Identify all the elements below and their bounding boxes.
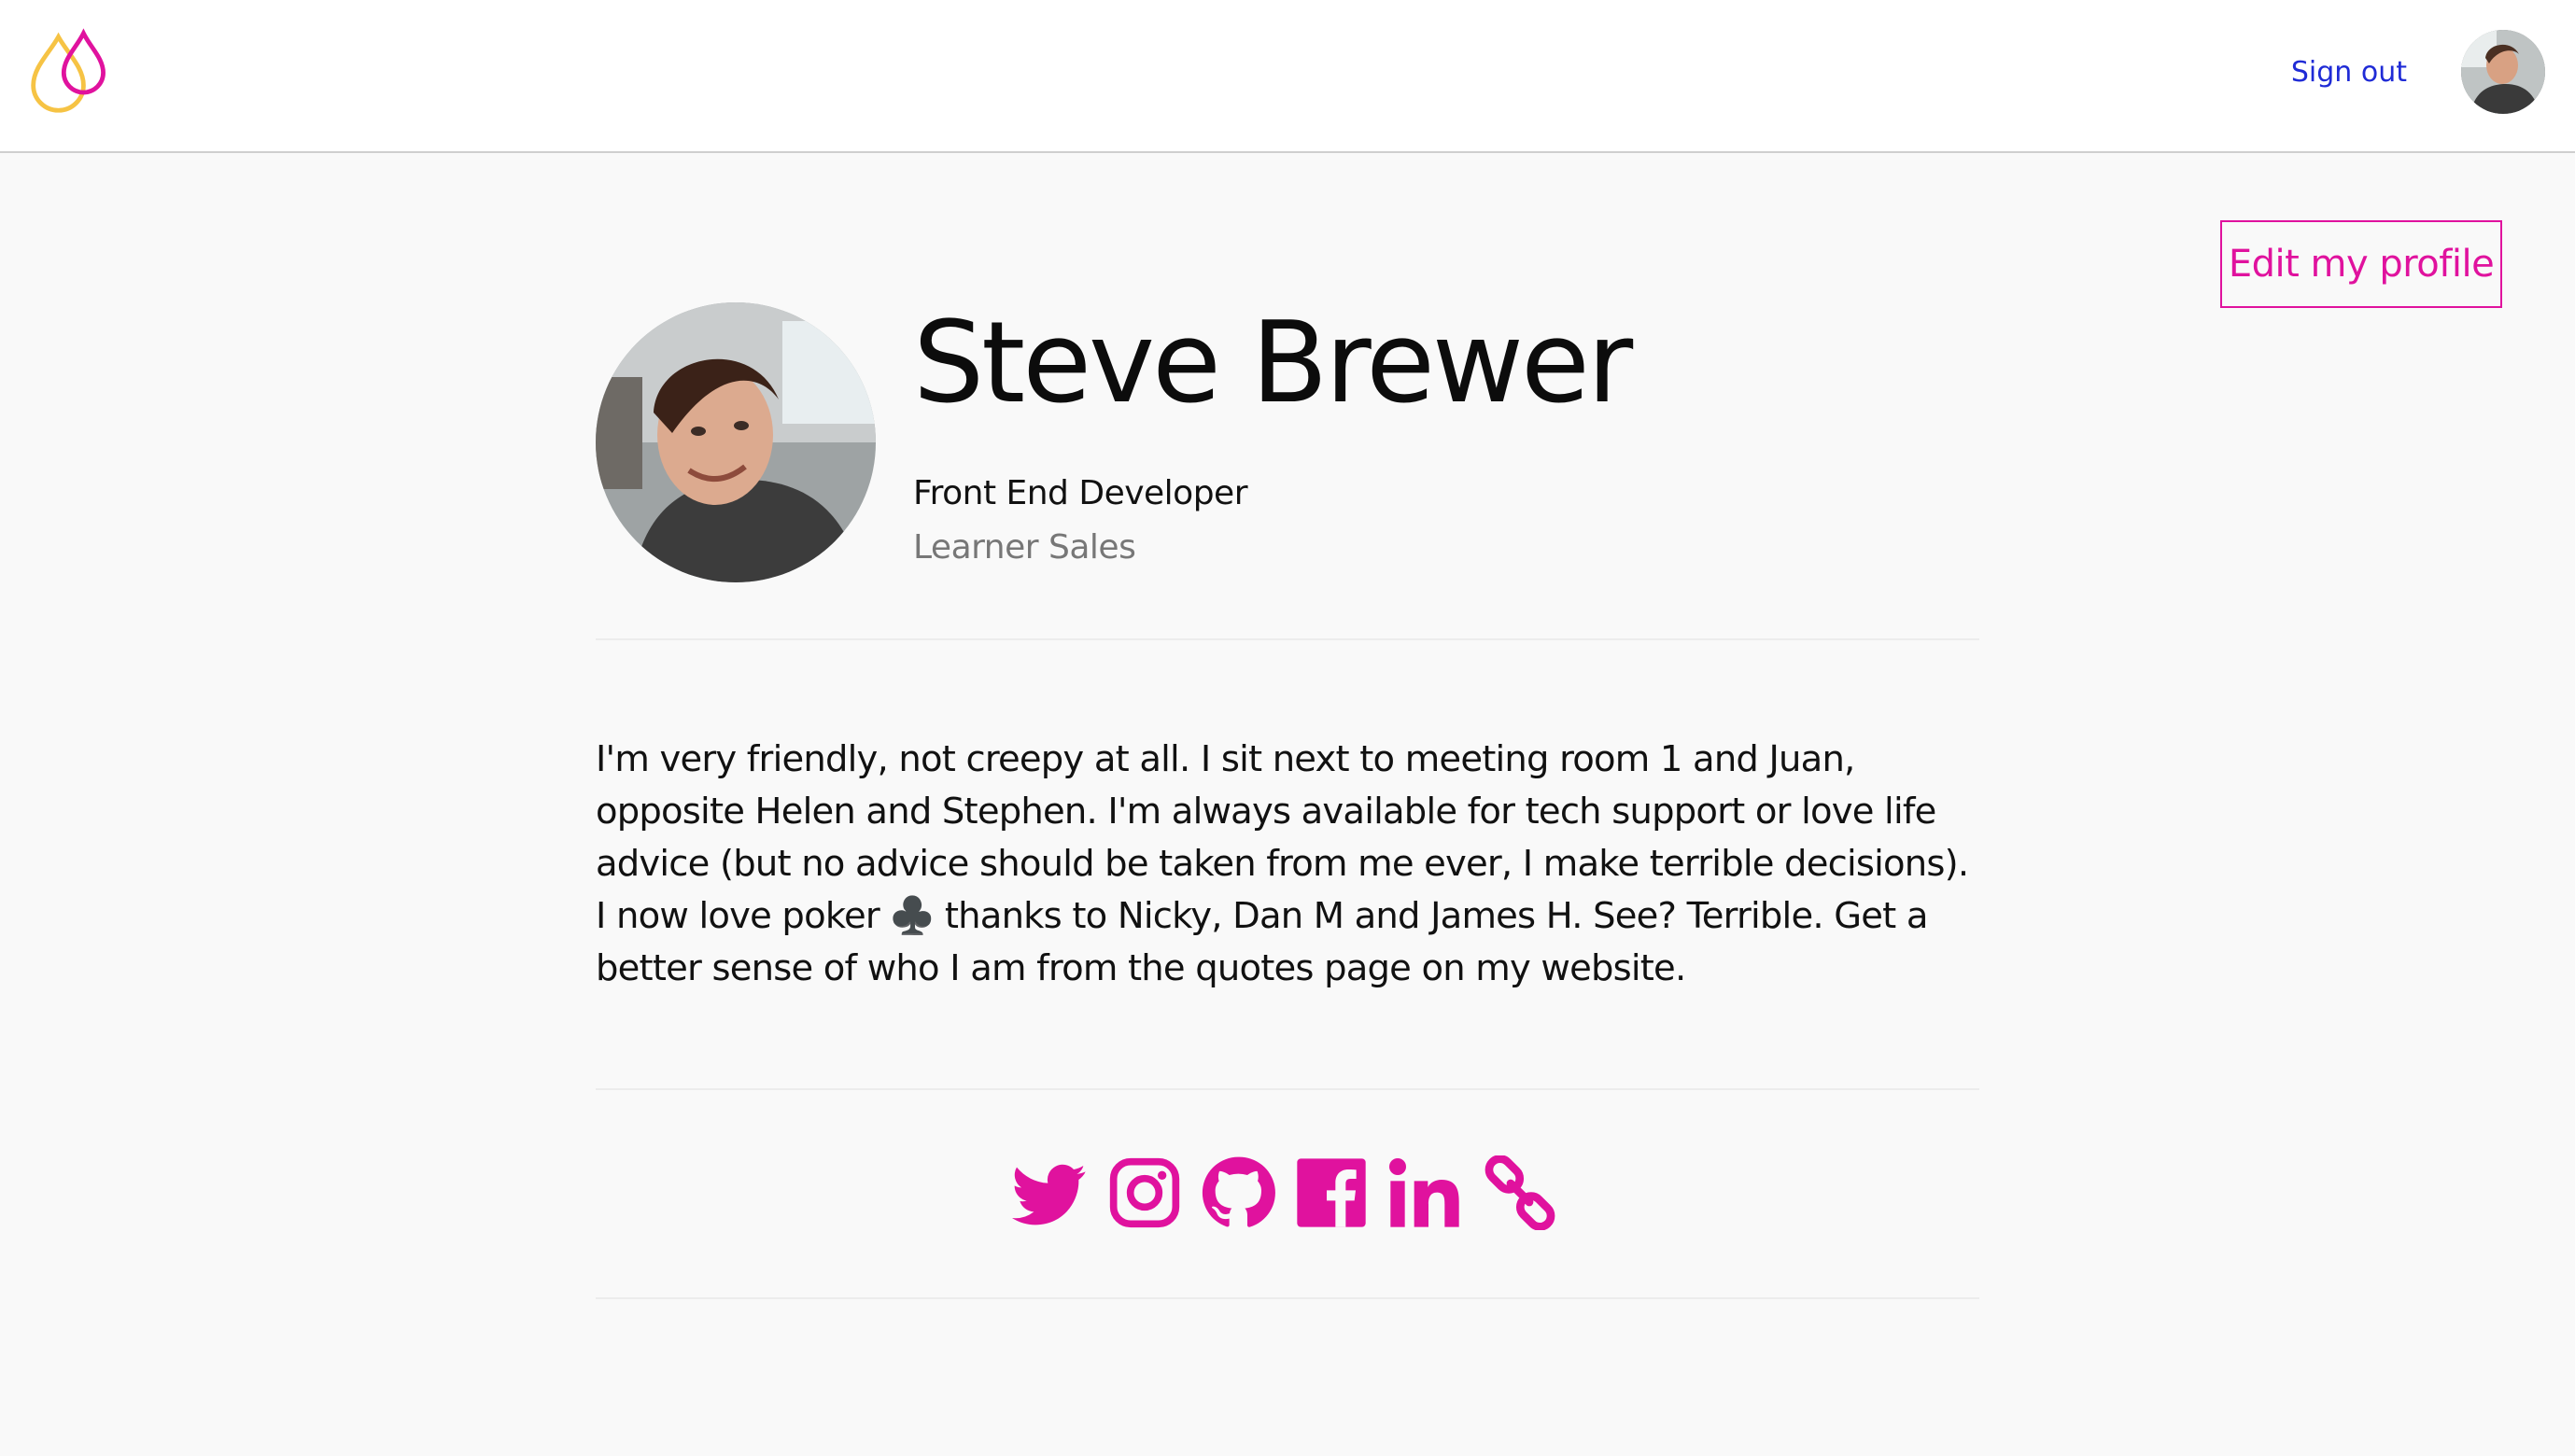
sign-out-link[interactable]: Sign out (2291, 56, 2407, 89)
instagram-icon (1109, 1157, 1180, 1228)
profile-photo (596, 302, 876, 582)
edit-profile-button[interactable]: Edit my profile (2220, 220, 2502, 308)
twitter-icon (1012, 1164, 1086, 1225)
profile-name: Steve Brewer (913, 299, 1633, 428)
twitter-link[interactable] (1012, 1155, 1087, 1230)
divider (596, 1297, 1979, 1299)
link-icon (1484, 1155, 1555, 1230)
github-icon (1202, 1156, 1275, 1227)
linkedin-icon (1389, 1158, 1459, 1227)
github-link[interactable] (1201, 1155, 1275, 1230)
social-links (1010, 1155, 1570, 1239)
avatar[interactable] (2461, 30, 2545, 114)
profile-bio: I'm very friendly, not creepy at all. I … (596, 738, 1969, 989)
facebook-icon (1297, 1158, 1366, 1227)
team-name: Learner Sales (913, 528, 1136, 567)
divider (596, 1088, 1979, 1090)
facebook-link[interactable] (1294, 1155, 1369, 1230)
linkedin-link[interactable] (1387, 1155, 1462, 1230)
website-link[interactable] (1483, 1155, 1557, 1230)
top-navigation-bar: Sign out (0, 0, 2575, 153)
brand-logo-icon[interactable] (26, 26, 116, 116)
divider (596, 638, 1979, 640)
instagram-link[interactable] (1107, 1155, 1182, 1230)
job-title: Front End Developer (913, 474, 1248, 512)
